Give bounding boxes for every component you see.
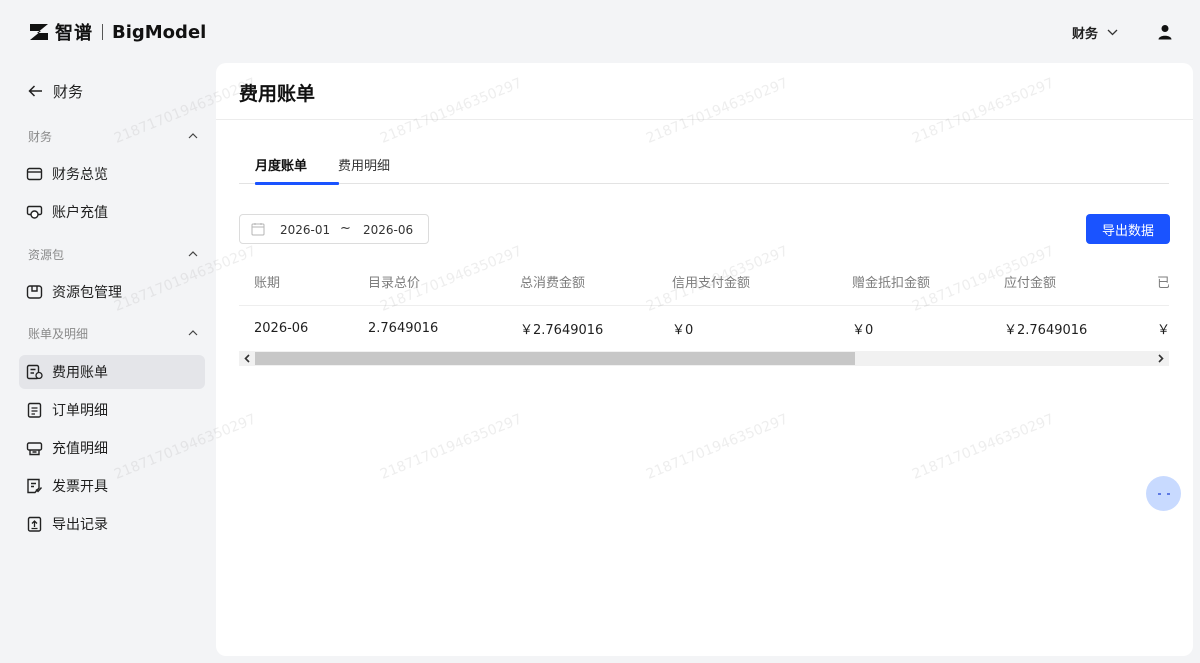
chevron-up-icon: [188, 330, 198, 336]
sidebar-item-invoice[interactable]: 发票开具: [19, 469, 205, 503]
group-resource-package[interactable]: 资源包: [28, 244, 198, 264]
chevron-down-icon: [1107, 29, 1118, 35]
group-bills-and-details[interactable]: 账单及明细: [28, 323, 198, 343]
sidebar-item-label: 财务总览: [52, 167, 108, 183]
range-start: 2026-01: [280, 223, 331, 237]
table-cell: ￥2.7649016: [520, 323, 604, 338]
sidebar-item-account-recharge[interactable]: 账户充值: [19, 195, 205, 229]
sidebar-item-package-management[interactable]: 资源包管理: [19, 275, 205, 309]
wallet-icon: [26, 167, 43, 181]
sidebar-item-finance-overview[interactable]: 财务总览: [19, 157, 205, 191]
column-header: 已: [1157, 276, 1169, 291]
column-header: 应付金额: [1004, 276, 1057, 291]
sidebar-item-label: 发票开具: [52, 479, 108, 495]
finance-menu-dropdown[interactable]: 财务: [1072, 22, 1118, 42]
range-end: 2026-06: [363, 223, 414, 237]
table-cell: ￥2.7649016: [1004, 323, 1088, 338]
invoice-icon: [27, 478, 43, 494]
back-label: 财务: [53, 82, 84, 101]
user-icon[interactable]: [1157, 24, 1173, 40]
zhipu-logo-icon: [30, 24, 48, 40]
calendar-icon: [251, 223, 265, 236]
package-icon: [26, 285, 43, 299]
tab-cost-details[interactable]: 费用明细: [338, 153, 390, 184]
table-row: 2026-06 2.7649016 ￥2.7649016 ￥0 ￥0 ￥2.76…: [239, 306, 1169, 351]
sidebar-item-cost-bill[interactable]: 费用账单: [19, 355, 205, 389]
column-header: 账期: [254, 276, 281, 291]
sidebar-item-label: 导出记录: [52, 517, 108, 533]
sidebar-item-order-details[interactable]: 订单明细: [19, 393, 205, 427]
back-button[interactable]: 财务: [28, 80, 83, 102]
date-range-picker[interactable]: 2026-01 ~ 2026-06: [239, 214, 429, 244]
tab-bar: 月度账单 费用明细: [239, 153, 1169, 185]
column-header: 目录总价: [368, 276, 421, 291]
arrow-left-icon: [28, 85, 42, 97]
sidebar-item-label: 账户充值: [52, 205, 108, 221]
sidebar-item-label: 充值明细: [52, 441, 108, 457]
group-finance[interactable]: 财务: [28, 126, 198, 146]
recharge-icon: [26, 205, 43, 219]
export-data-button[interactable]: 导出数据: [1086, 214, 1170, 244]
top-bar: 智谱 BigModel 财务: [0, 0, 1200, 62]
finance-menu-label: 财务: [1072, 26, 1099, 42]
bill-table: 账期 目录总价 总消费金额 信用支付金额 赠金抵扣金额 应付金额 已 2026-…: [239, 258, 1169, 374]
table-cell: 2026-06: [254, 321, 309, 336]
logo-cn-text: 智谱: [55, 23, 93, 44]
group-title-label: 资源包: [28, 247, 65, 262]
table-header: 账期 目录总价 总消费金额 信用支付金额 赠金抵扣金额 应付金额 已: [239, 258, 1169, 306]
recharge-detail-icon: [26, 442, 43, 456]
group-title-label: 财务: [28, 129, 53, 144]
sidebar: 财务 财务 财务总览 账户充值 资源包 资源包管理 账单及明细 费用账单 订单明…: [0, 62, 216, 663]
table-cell: ￥0: [672, 323, 694, 338]
range-separator: ~: [340, 221, 351, 236]
bill-icon: [26, 364, 43, 380]
table-cell: ￥: [1157, 323, 1169, 338]
sidebar-item-label: 订单明细: [52, 403, 108, 419]
logo-separator: [102, 24, 103, 40]
page-title: 费用账单: [239, 83, 316, 105]
assistant-float-button[interactable]: [1146, 476, 1181, 511]
sidebar-item-recharge-details[interactable]: 充值明细: [19, 431, 205, 465]
column-header: 信用支付金额: [672, 276, 751, 291]
tab-monthly-bill[interactable]: 月度账单: [255, 153, 340, 185]
horizontal-scrollbar[interactable]: [239, 351, 1169, 366]
logo-en-text: BigModel: [112, 21, 207, 43]
table-cell: ￥0: [852, 323, 874, 338]
scroll-right-icon[interactable]: [1155, 353, 1166, 364]
assistant-face-icon: [1157, 492, 1170, 495]
export-icon: [27, 516, 42, 532]
column-header: 总消费金额: [520, 276, 586, 291]
order-icon: [27, 402, 42, 418]
sidebar-item-label: 资源包管理: [52, 285, 122, 301]
sidebar-item-label: 费用账单: [52, 365, 108, 381]
group-title-label: 账单及明细: [28, 326, 89, 341]
title-divider: [216, 119, 1193, 120]
chevron-up-icon: [188, 133, 198, 139]
scrollbar-thumb[interactable]: [255, 352, 855, 365]
tab-label: 费用明细: [338, 159, 391, 174]
column-header: 赠金抵扣金额: [852, 276, 931, 291]
sidebar-item-export-records[interactable]: 导出记录: [19, 507, 205, 541]
brand-logo[interactable]: 智谱 BigModel: [29, 20, 206, 44]
scroll-left-icon[interactable]: [242, 353, 253, 364]
tab-label: 月度账单: [255, 159, 308, 174]
chevron-up-icon: [188, 251, 198, 257]
table-cell: 2.7649016: [368, 321, 439, 336]
main-card: 费用账单 月度账单 费用明细 2026-01 ~ 2026-06 导出数据 账期…: [216, 63, 1193, 656]
